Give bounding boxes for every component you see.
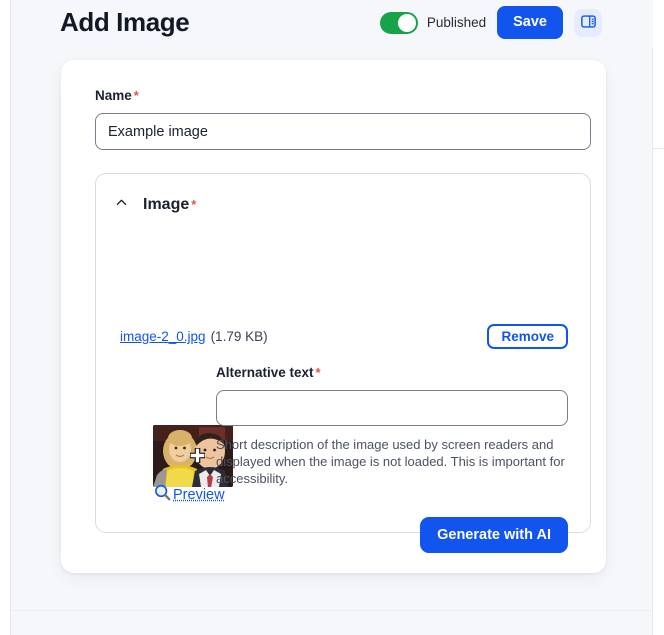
published-toggle-group[interactable]: Published bbox=[379, 11, 487, 34]
magnifier-icon bbox=[153, 483, 172, 507]
alt-text-label-text: Alternative text bbox=[216, 365, 314, 380]
alt-text-group: Alternative text * Short description of t… bbox=[216, 364, 568, 487]
file-size-label: (1.79 KB) bbox=[210, 329, 268, 344]
chevron-up-icon[interactable] bbox=[114, 195, 129, 215]
name-label-text: Name bbox=[95, 88, 132, 103]
file-row: image-2_0.jpg (1.79 KB) Remove bbox=[120, 324, 568, 349]
save-button[interactable]: Save bbox=[497, 6, 563, 39]
image-panel-title-text: Image bbox=[143, 196, 190, 213]
name-field-label: Name * bbox=[95, 88, 139, 103]
alt-text-required-asterisk: * bbox=[315, 365, 321, 380]
right-rail-divider bbox=[653, 148, 664, 149]
page-title: Add Image bbox=[60, 7, 190, 37]
app-frame: Add Image Published Save Name * Example … bbox=[10, 0, 654, 635]
published-toggle[interactable] bbox=[379, 11, 418, 34]
generate-with-ai-button[interactable]: Generate with AI bbox=[420, 517, 568, 553]
form-card: Name* Image* image-2_0.jpg (1.79 KB) bbox=[61, 60, 606, 573]
preview-link-label[interactable]: Preview bbox=[173, 487, 225, 503]
image-panel: Image * image-2_0.jpg (1.79 KB) Remove P… bbox=[95, 173, 591, 553]
panel-right-icon bbox=[580, 13, 597, 33]
alt-text-help: Short description of the image used by s… bbox=[216, 437, 565, 486]
name-required-asterisk: * bbox=[133, 88, 139, 103]
bottom-divider bbox=[11, 610, 654, 611]
published-toggle-label: Published bbox=[426, 15, 487, 30]
remove-file-button[interactable]: Remove bbox=[487, 324, 568, 349]
toggle-knob bbox=[397, 13, 416, 32]
page-header: Add Image Published Save bbox=[11, 0, 654, 47]
file-name-link[interactable]: image-2_0.jpg bbox=[120, 329, 206, 344]
header-actions: Published Save bbox=[379, 6, 602, 39]
right-rail bbox=[653, 0, 664, 635]
name-field-group: Name * bbox=[95, 87, 591, 150]
image-panel-header[interactable]: Image * bbox=[114, 195, 196, 215]
image-required-asterisk: * bbox=[191, 197, 197, 212]
generate-row: Generate with AI bbox=[216, 517, 568, 553]
name-input[interactable] bbox=[95, 113, 591, 150]
sidebar-toggle-button[interactable] bbox=[574, 8, 602, 37]
alt-text-label: Alternative text * bbox=[216, 365, 321, 380]
alt-text-input[interactable] bbox=[216, 390, 568, 426]
image-panel-title-group: Image * bbox=[143, 196, 196, 214]
